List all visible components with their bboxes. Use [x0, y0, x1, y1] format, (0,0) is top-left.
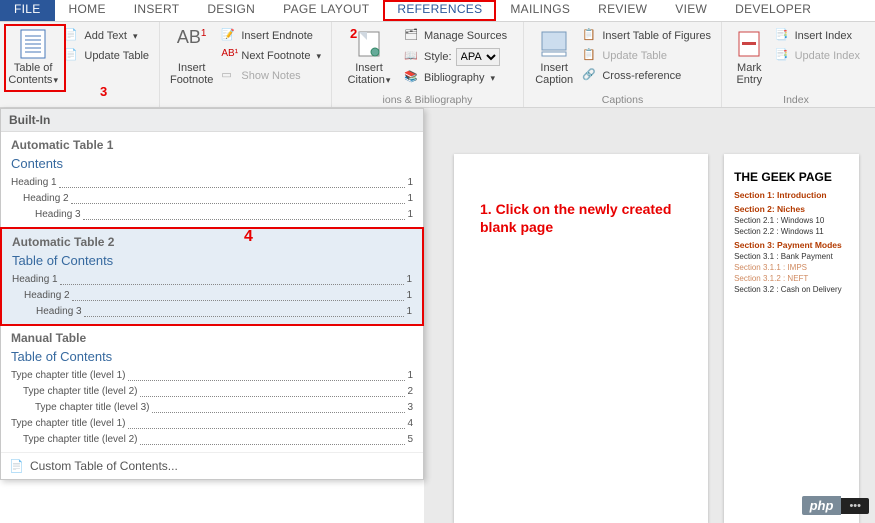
add-text-icon: 📄: [64, 28, 80, 44]
insert-index-icon: 📑: [775, 28, 791, 44]
ribbon: Table of Contents 📄Add Text▾ 📄Update Tab…: [0, 22, 875, 108]
toc-preview-row: Heading 11: [12, 272, 412, 288]
group-index: Mark Entry 📑Insert Index 📑Update Index I…: [722, 22, 870, 107]
citation-style-select[interactable]: 📖Style:APA: [400, 46, 511, 68]
update-index-button[interactable]: 📑Update Index: [771, 46, 864, 66]
tof-icon: 📋: [582, 28, 598, 44]
cross-ref-icon: 🔗: [582, 68, 598, 84]
tab-references[interactable]: REFERENCES: [383, 0, 496, 21]
bibliography-icon: 📚: [404, 70, 420, 86]
document-canvas[interactable]: THE GEEK PAGE Section 1: Introduction Sec…: [424, 108, 875, 523]
next-footnote-button[interactable]: AB¹Next Footnote▾: [217, 46, 325, 66]
add-text-button[interactable]: 📄Add Text▾: [60, 26, 153, 46]
group-captions: Insert Caption 📋Insert Table of Figures …: [524, 22, 722, 107]
caption-icon: [538, 28, 570, 60]
toc-preview-row: Heading 11: [11, 175, 413, 191]
tab-bar: FILE HOME INSERT DESIGN PAGE LAYOUT REFE…: [0, 0, 875, 22]
endnote-icon: 📝: [221, 28, 237, 44]
toc-option-auto-2[interactable]: Automatic Table 2 Table of Contents Head…: [0, 227, 424, 326]
mark-entry-button[interactable]: Mark Entry: [728, 24, 771, 88]
tab-design[interactable]: DESIGN: [193, 0, 269, 21]
tab-developer[interactable]: DEVELOPER: [721, 0, 825, 21]
doc-section-item: Section 2.1 : Windows 10: [734, 216, 849, 225]
tab-insert[interactable]: INSERT: [120, 0, 194, 21]
manage-sources-icon: 🗂: [404, 28, 420, 44]
toc-option-manual[interactable]: Manual Table Table of Contents Type chap…: [1, 325, 423, 453]
insert-endnote-button[interactable]: 📝Insert Endnote: [217, 26, 325, 46]
table-of-contents-button[interactable]: Table of Contents: [6, 24, 60, 88]
annotation-2: 2: [350, 26, 357, 41]
doc-section-heading: Section 2: Niches: [734, 204, 849, 214]
group-label-captions: Captions: [524, 94, 721, 106]
toc-custom-option[interactable]: 📄 Custom Table of Contents...: [1, 453, 423, 479]
manage-sources-button[interactable]: 🗂Manage Sources: [400, 26, 511, 46]
tab-view[interactable]: VIEW: [661, 0, 721, 21]
group-label-index: Index: [722, 94, 870, 106]
update-tof-button[interactable]: 📋Update Table: [578, 46, 715, 66]
toc-preview-row: Heading 21: [12, 288, 412, 304]
annotation-1: 1. Click on the newly created blank page: [480, 200, 700, 236]
show-notes-button[interactable]: ▭Show Notes: [217, 66, 325, 86]
toc-icon: [17, 28, 49, 60]
group-label-citations: ions & Bibliography: [332, 94, 523, 106]
tab-page-layout[interactable]: PAGE LAYOUT: [269, 0, 383, 21]
toc-preview-row: Heading 31: [12, 304, 412, 320]
citation-icon: [353, 28, 385, 60]
style-icon: 📖: [404, 49, 420, 65]
style-dropdown[interactable]: APA: [456, 48, 500, 66]
toc-preview-row: Type chapter title (level 1)1: [11, 368, 413, 384]
group-citations: Insert Citation 🗂Manage Sources 📖Style:A…: [332, 22, 524, 107]
insert-caption-button[interactable]: Insert Caption: [530, 24, 578, 88]
tab-mailings[interactable]: MAILINGS: [496, 0, 584, 21]
toc-preview-row: Type chapter title (level 3)3: [11, 400, 413, 416]
toc-dropdown: Built-In Automatic Table 1 Contents Head…: [0, 108, 424, 480]
update-icon: 📄: [64, 48, 80, 64]
content-page[interactable]: THE GEEK PAGE Section 1: Introduction Sec…: [724, 154, 859, 523]
doc-section-item: Section 3.1 : Bank Payment: [734, 252, 849, 261]
toc-preview-row: Type chapter title (level 2)2: [11, 384, 413, 400]
show-notes-icon: ▭: [221, 68, 237, 84]
group-footnotes: AB1 Insert Footnote 📝Insert Endnote AB¹N…: [160, 22, 332, 107]
group-table-of-contents: Table of Contents 📄Add Text▾ 📄Update Tab…: [0, 22, 160, 107]
doc-title: THE GEEK PAGE: [734, 170, 849, 184]
insert-index-button[interactable]: 📑Insert Index: [771, 26, 864, 46]
doc-section-item: Section 3.2 : Cash on Delivery: [734, 285, 849, 294]
watermark: php •••: [802, 496, 869, 515]
update-table-button[interactable]: 📄Update Table: [60, 46, 153, 66]
doc-section-heading: Section 3: Payment Modes: [734, 240, 849, 250]
cross-reference-button[interactable]: 🔗Cross-reference: [578, 66, 715, 86]
toc-preview-row: Heading 21: [11, 191, 413, 207]
mark-entry-icon: [733, 28, 765, 60]
tab-review[interactable]: REVIEW: [584, 0, 661, 21]
doc-section-item: Section 2.2 : Windows 11: [734, 227, 849, 236]
update-index-icon: 📑: [775, 48, 791, 64]
next-footnote-icon: AB¹: [221, 48, 237, 64]
bibliography-button[interactable]: 📚Bibliography▾: [400, 68, 511, 88]
annotation-3: 3: [100, 84, 107, 99]
doc-section-heading: Section 1: Introduction: [734, 190, 849, 200]
toc-preview-row: Type chapter title (level 2)5: [11, 432, 413, 448]
footnote-icon: AB1: [176, 28, 208, 60]
insert-citation-button[interactable]: Insert Citation: [338, 24, 400, 88]
custom-toc-icon: 📄: [9, 459, 24, 473]
tab-home[interactable]: HOME: [55, 0, 120, 21]
doc-section-item: Section 3.1.2 : NEFT: [734, 274, 849, 283]
insert-table-of-figures-button[interactable]: 📋Insert Table of Figures: [578, 26, 715, 46]
dropdown-section-builtin: Built-In: [1, 109, 423, 132]
insert-footnote-button[interactable]: AB1 Insert Footnote: [166, 24, 217, 88]
toc-preview-row: Heading 31: [11, 207, 413, 223]
toc-preview-row: Type chapter title (level 1)4: [11, 416, 413, 432]
toc-button-label: Table of Contents: [8, 62, 58, 86]
doc-section-item: Section 3.1.1 : IMPS: [734, 263, 849, 272]
toc-option-auto-1[interactable]: Automatic Table 1 Contents Heading 11Hea…: [1, 132, 423, 228]
annotation-4: 4: [244, 228, 253, 246]
update-tof-icon: 📋: [582, 48, 598, 64]
tab-file[interactable]: FILE: [0, 0, 55, 21]
